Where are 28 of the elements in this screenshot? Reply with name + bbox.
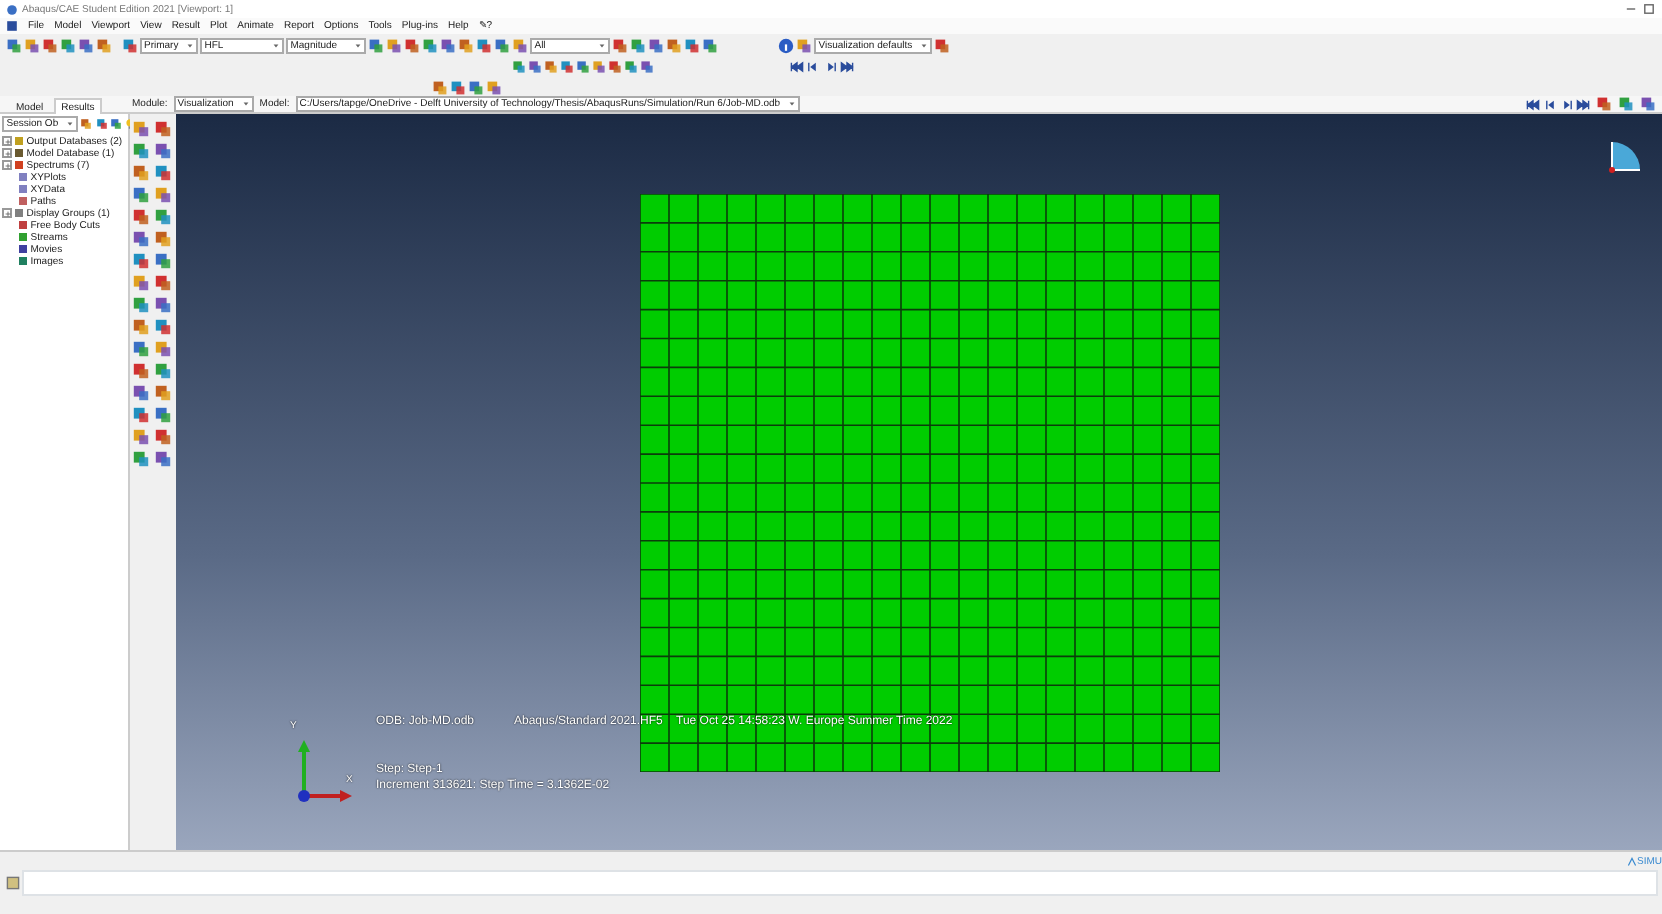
previous-frame-icon[interactable] [1543,97,1557,111]
first-frame-icon[interactable] [790,60,804,74]
tool-icon[interactable] [934,37,951,53]
expander-icon[interactable] [2,136,13,146]
next-frame-icon[interactable] [823,60,837,74]
first-frame-icon[interactable] [1526,97,1541,111]
caret-icon [241,100,250,108]
expander-icon[interactable] [2,208,13,218]
message-icon[interactable] [5,876,19,890]
caret-icon [66,120,75,129]
maximize-icon[interactable] [1642,2,1656,16]
expander-icon[interactable] [2,148,13,158]
caret-icon [598,41,607,49]
info-icon[interactable] [778,37,795,53]
caret-icon [354,41,363,49]
minimize-icon[interactable] [1624,2,1638,16]
caret-icon [788,100,797,108]
caret-icon [272,41,281,49]
last-frame-icon[interactable] [839,60,854,74]
brand-logo-icon [1625,855,1637,867]
caret-icon [186,41,195,49]
previous-frame-icon[interactable] [806,60,821,74]
next-frame-icon[interactable] [1559,97,1574,111]
last-frame-icon[interactable] [1576,97,1590,111]
expander-icon[interactable] [2,160,13,170]
view-triad-icon [1606,138,1646,178]
tool-icon[interactable] [796,37,813,53]
caret-icon [920,41,929,49]
